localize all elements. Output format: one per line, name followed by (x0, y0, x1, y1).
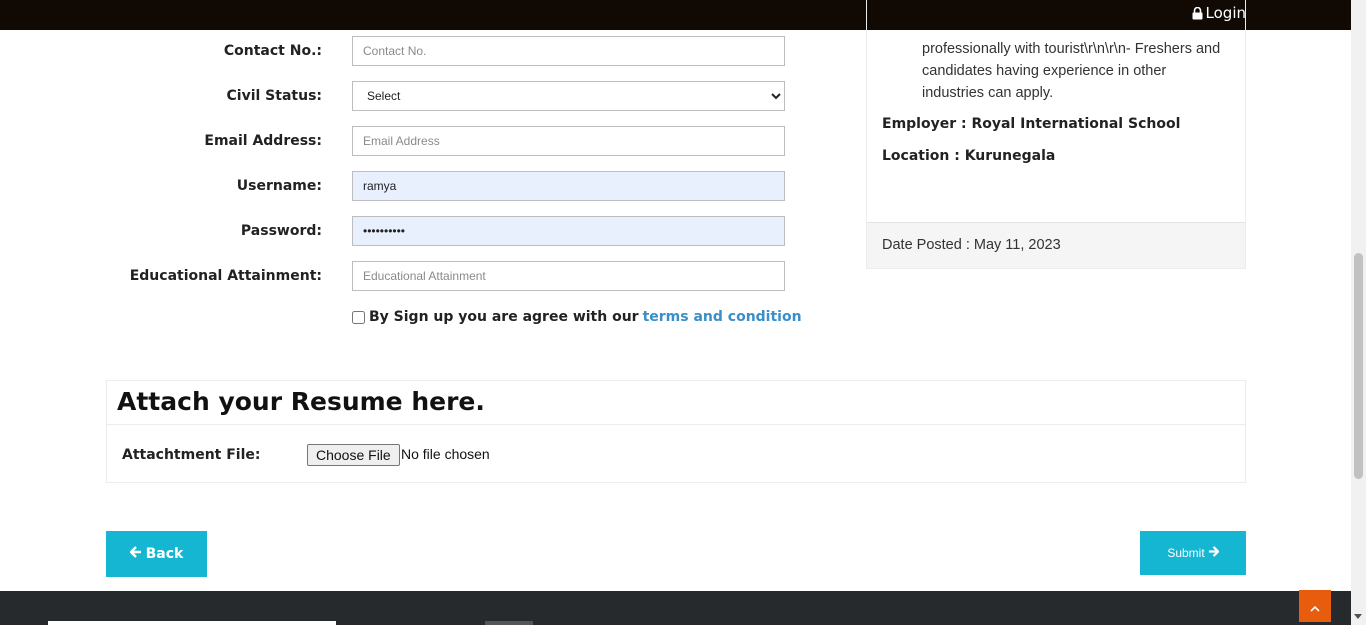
email-input[interactable] (352, 126, 785, 156)
chevron-up-icon (1310, 597, 1320, 616)
terms-link[interactable]: terms and condition (643, 309, 802, 325)
password-row: Password: (0, 216, 800, 246)
page-scrollbar[interactable] (1351, 0, 1366, 625)
email-row: Email Address: (0, 126, 800, 156)
education-input[interactable] (352, 261, 785, 291)
file-status: No file chosen (401, 446, 490, 462)
contact-row: Contact No.: (0, 36, 800, 66)
civil-status-row: Civil Status: Select (0, 81, 800, 111)
resume-panel: Attach your Resume here. Attachtment Fil… (106, 380, 1246, 483)
job-employer: Employer : Royal International School (882, 116, 1181, 132)
footer-bar (48, 621, 336, 625)
username-row: Username: (0, 171, 800, 201)
submit-button[interactable]: Submit (1140, 531, 1246, 575)
education-row: Educational Attainment: (0, 261, 800, 291)
footer-bar-secondary (485, 621, 533, 625)
resume-heading: Attach your Resume here. (107, 381, 1245, 425)
back-to-top-button[interactable] (1299, 590, 1331, 622)
username-input[interactable] (352, 171, 785, 201)
agree-text: By Sign up you are agree with our (369, 309, 639, 325)
civil-status-select[interactable]: Select (352, 81, 785, 111)
civil-status-label: Civil Status: (226, 88, 322, 104)
job-location: Location : Kurunegala (882, 148, 1056, 164)
contact-label: Contact No.: (223, 43, 322, 59)
arrow-left-icon (129, 546, 142, 562)
submit-label: Submit (1167, 546, 1205, 560)
username-label: Username: (236, 178, 322, 194)
password-label: Password: (240, 223, 322, 239)
scroll-down-arrow-icon[interactable] (1354, 614, 1362, 619)
contact-input[interactable] (352, 36, 785, 66)
password-input[interactable] (352, 216, 785, 246)
attachment-label: Attachtment File: (122, 447, 261, 463)
choose-file-button[interactable]: Choose File (307, 444, 400, 466)
back-button[interactable]: Back (106, 531, 207, 577)
terms-agreement: By Sign up you are agree with our terms … (352, 309, 802, 325)
page-footer (0, 591, 1351, 625)
job-date-posted: Date Posted : May 11, 2023 (867, 222, 1245, 268)
job-details-card: professionally with tourist\r\n\r\n- Fre… (866, 0, 1246, 269)
education-label: Educational Attainment: (129, 268, 322, 284)
back-label: Back (145, 546, 184, 562)
job-description: professionally with tourist\r\n\r\n- Fre… (922, 41, 1221, 101)
email-label: Email Address: (204, 133, 322, 149)
arrow-right-icon (1208, 546, 1219, 560)
terms-checkbox[interactable] (352, 310, 365, 324)
scrollbar-thumb[interactable] (1354, 253, 1363, 479)
